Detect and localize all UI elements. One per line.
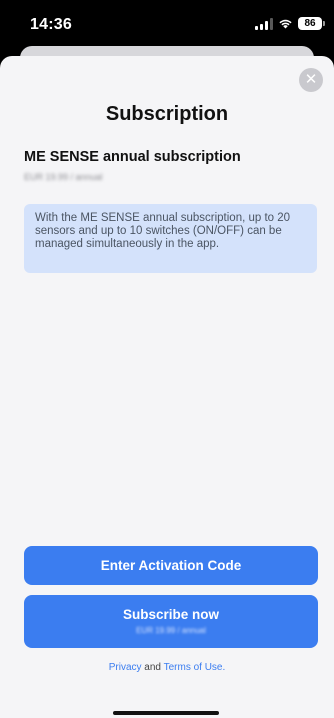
plan-info-box: With the ME SENSE annual subscription, u… (24, 204, 317, 273)
signal-icon (255, 17, 273, 30)
terms-of-use-link[interactable]: Terms of Use. (164, 662, 226, 673)
page-title: Subscription (105, 103, 229, 125)
status-time: 14:36 (30, 16, 72, 33)
privacy-link[interactable]: Privacy (109, 662, 142, 673)
battery-icon: 86 (298, 17, 325, 30)
plan-price: EUR 19.99 / annual (24, 172, 103, 182)
status-bar: 14:36 86 (0, 0, 334, 44)
enter-activation-code-button[interactable]: Enter Activation Code (24, 546, 318, 585)
close-icon: ✕ (304, 71, 318, 88)
subscribe-button-price: EUR 19.99 / annual (136, 626, 206, 635)
home-indicator[interactable] (113, 711, 219, 715)
subscription-sheet: ✕ Subscription ME SENSE annual subscript… (0, 56, 334, 718)
wifi-icon (278, 18, 293, 29)
close-button[interactable]: ✕ (299, 68, 323, 92)
legal-links: Privacy and Terms of Use. (0, 662, 334, 673)
legal-and-text: and (144, 662, 161, 673)
app-screen: 14:36 86 ✕ Subscription ME SENSE annual … (0, 0, 334, 718)
subscribe-button-label: Subscribe now (122, 607, 220, 622)
plan-name: ME SENSE annual subscription (24, 149, 241, 165)
subscribe-now-button[interactable]: Subscribe now EUR 19.99 / annual (24, 595, 318, 648)
status-icons: 86 (255, 17, 325, 30)
